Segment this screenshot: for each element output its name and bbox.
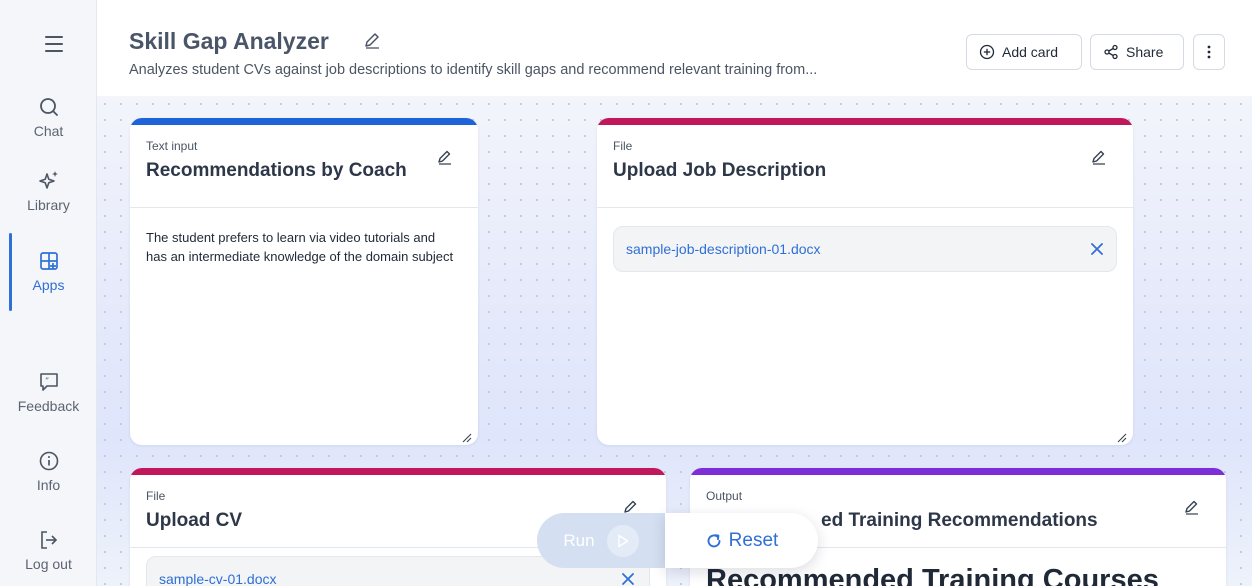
card-title: Recommendations by Coach	[146, 160, 407, 181]
card-divider	[130, 207, 478, 208]
resize-handle-icon[interactable]	[462, 430, 472, 443]
share-label: Share	[1126, 44, 1164, 60]
reset-label: Reset	[728, 529, 779, 551]
remove-file-icon[interactable]	[619, 570, 637, 586]
sidebar-item-chat[interactable]: Chat	[0, 94, 97, 139]
sidebar-item-label: Library	[27, 197, 70, 213]
run-label: Run	[563, 530, 595, 550]
app-header: Skill Gap Analyzer Analyzes student CVs …	[97, 0, 1252, 96]
card-type-bar	[130, 468, 666, 475]
plus-circle-icon	[979, 44, 995, 60]
edit-card-icon[interactable]	[1183, 498, 1201, 516]
reset-button[interactable]: Reset	[665, 513, 818, 568]
sidebar-item-logout[interactable]: Log out	[0, 527, 97, 572]
file-name-link[interactable]: sample-job-description-01.docx	[626, 241, 821, 257]
page-title: Skill Gap Analyzer	[129, 28, 329, 54]
sidebar-item-label: Log out	[25, 556, 72, 572]
card-title: ed Training Recommendations	[821, 510, 1098, 531]
sidebar: Chat Library Apps ” Feedback Info Log ou…	[0, 0, 97, 586]
share-button[interactable]: Share	[1090, 34, 1184, 70]
resize-handle-icon[interactable]	[1117, 430, 1127, 443]
edit-title-icon[interactable]	[362, 30, 382, 50]
card-title: Upload Job Description	[613, 160, 827, 181]
more-vertical-icon	[1207, 45, 1211, 59]
card-upload-job-description: File Upload Job Description sample-job-d…	[597, 118, 1133, 445]
edit-card-icon[interactable]	[436, 148, 454, 166]
card-kind: Text input	[146, 139, 198, 153]
sidebar-item-label: Feedback	[17, 398, 80, 414]
more-options-button[interactable]	[1193, 34, 1225, 70]
remove-file-icon[interactable]	[1088, 240, 1106, 258]
card-coach-recommendations: Text input Recommendations by Coach The …	[130, 118, 478, 445]
info-icon	[36, 448, 62, 474]
card-type-bar	[597, 118, 1133, 125]
sidebar-item-label: Info	[36, 477, 61, 493]
hamburger-menu-icon[interactable]	[42, 34, 66, 54]
uploaded-file-chip: sample-job-description-01.docx	[613, 226, 1117, 272]
coach-text-input[interactable]: The student prefers to learn via video t…	[146, 228, 456, 266]
sparkles-icon	[36, 168, 62, 194]
apps-grid-icon	[36, 248, 62, 274]
card-title: Upload CV	[146, 510, 243, 531]
edit-card-icon[interactable]	[1090, 148, 1108, 166]
sidebar-item-label: Chat	[33, 123, 64, 139]
sidebar-item-library[interactable]: Library	[0, 168, 97, 213]
share-icon	[1104, 44, 1118, 60]
add-card-button[interactable]: Add card	[966, 34, 1082, 70]
page-subtitle: Analyzes student CVs against job descrip…	[129, 62, 818, 78]
card-divider	[597, 207, 1133, 208]
play-icon	[606, 524, 639, 557]
sidebar-item-info[interactable]: Info	[0, 448, 97, 493]
card-type-bar	[690, 468, 1226, 475]
sidebar-item-label: Apps	[32, 277, 65, 293]
svg-text:”: ”	[45, 377, 49, 386]
feedback-icon: ”	[36, 369, 62, 395]
sidebar-item-feedback[interactable]: ” Feedback	[0, 369, 97, 414]
refresh-icon	[707, 533, 721, 547]
sidebar-item-apps[interactable]: Apps	[0, 248, 97, 293]
logout-icon	[36, 527, 62, 553]
add-card-label: Add card	[1002, 44, 1059, 60]
card-kind: File	[146, 489, 166, 503]
card-type-bar	[130, 118, 478, 125]
run-controls: Run Reset	[537, 513, 818, 568]
run-button[interactable]: Run	[537, 513, 665, 568]
card-kind: File	[613, 139, 633, 153]
search-icon	[36, 94, 62, 120]
card-kind: Output	[706, 489, 743, 503]
file-name-link[interactable]: sample-cv-01.docx	[159, 571, 277, 586]
